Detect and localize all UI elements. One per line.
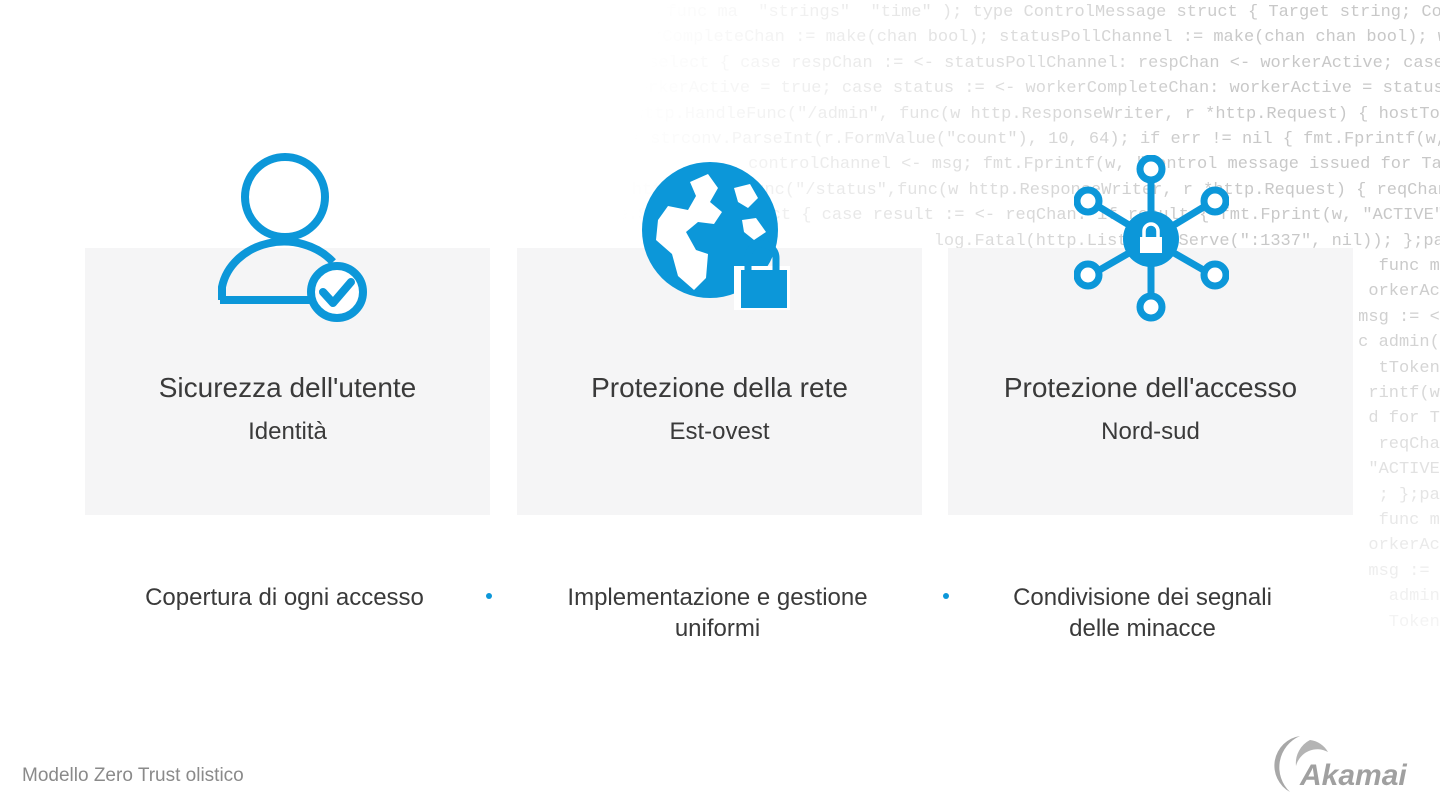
slide-caption: Modello Zero Trust olistico: [22, 765, 244, 786]
globe-lock-icon: [642, 162, 790, 310]
svg-text:Akamai: Akamai: [1299, 759, 1407, 792]
card-title: Protezione dell'accesso: [1003, 372, 1298, 403]
card-title: Protezione della rete: [591, 372, 848, 403]
card-subtitle: Nord-sud: [1101, 418, 1200, 445]
card-subtitle: Est-ovest: [669, 418, 770, 445]
benefit-text: Condivisione dei segnali delle minacce: [1013, 584, 1272, 642]
code-line: http.HandleFunc("/admin", func(w http.Re…: [633, 104, 1440, 124]
network-lock-icon: [1074, 155, 1229, 322]
user-check-icon: [218, 153, 367, 322]
code-line: func ma "strings" "time" ); type Control…: [666, 3, 1440, 22]
akamai-logo: Akamai: [1274, 736, 1407, 792]
card-title: Sicurezza dell'utente: [158, 372, 417, 403]
code-line: for { select { case respChan := <- statu…: [587, 53, 1440, 73]
code-line: count, err := strconv.ParseInt(r.FormVal…: [507, 130, 1440, 149]
bullet-separator: [486, 593, 492, 599]
code-line: workerActive = true; case status := <- w…: [627, 79, 1440, 99]
card-subtitle: Identità: [248, 418, 327, 445]
code-line: timeout := time.After(time.Second); sele…: [362, 206, 1440, 226]
benefit-text: Implementazione e gestione uniformi: [567, 584, 868, 642]
benefit-text: Copertura di ogni accesso: [145, 584, 424, 611]
code-line: workerCompleteChan := make(chan bool); s…: [601, 28, 1440, 48]
